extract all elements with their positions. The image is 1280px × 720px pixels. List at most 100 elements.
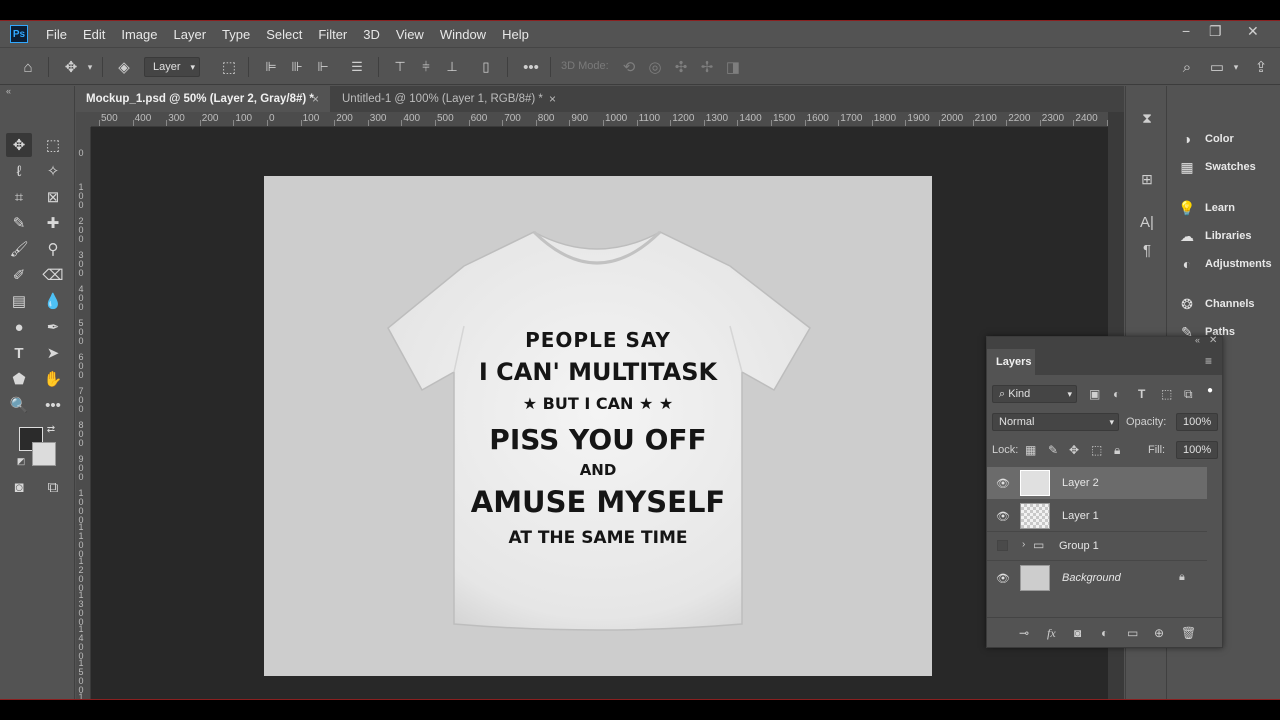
menu-filter[interactable]: Filter [310,27,355,42]
3d-pan-icon[interactable]: ✣ [670,48,692,86]
align-right-icon[interactable]: ⊩ [313,48,333,86]
move-tool-icon[interactable]: ✥ [6,133,32,157]
filter-type-icon[interactable]: T [1138,387,1145,401]
pen-tool-icon[interactable]: ✒ [40,315,66,339]
healing-brush-tool-icon[interactable]: ✚ [40,211,66,235]
tab-mockup-close-icon[interactable]: × [312,86,319,112]
paragraph-panel-icon[interactable]: ¶ [1134,238,1160,262]
layer-row-layer-1[interactable]: 👁︎ Layer 1 [987,500,1207,532]
menu-select[interactable]: Select [258,27,310,42]
filter-shape-icon[interactable]: ⬚ [1161,387,1172,401]
visibility-eye-icon[interactable]: 👁︎ [996,572,1010,585]
layer-row-background[interactable]: 👁︎ Background 🔒︎ [987,562,1207,594]
share-icon[interactable]: ⇪ [1249,48,1273,86]
adjustment-layer-icon[interactable]: ◐ [1101,626,1108,640]
vertical-ruler[interactable]: 0 1 0 0 2 0 0 3 0 0 4 0 0 5 0 0 6 0 0 7 0 0 8 0 … [76,127,91,700]
chevron-down-icon[interactable]: ▾ [84,48,96,86]
panel-learn[interactable]: 💡 Learn [1177,198,1235,218]
menu-view[interactable]: View [388,27,432,42]
move-tool-preset-icon[interactable]: ✥ [58,48,84,86]
ruler-origin[interactable] [76,112,91,127]
hand-tool-icon[interactable]: ✋ [40,367,66,391]
collapse-toolbar-icon[interactable]: « [6,86,11,96]
more-options-icon[interactable]: ••• [519,48,543,86]
3d-scale-icon[interactable]: ◨ [722,48,744,86]
visibility-eye-icon[interactable]: 👁︎ [996,510,1010,523]
fx-icon[interactable]: fx [1047,626,1056,641]
default-colors-icon[interactable]: ◩ [14,454,28,468]
filter-smart-object-icon[interactable]: ⧉ [1184,387,1193,402]
path-selection-tool-icon[interactable]: ➤ [40,341,66,365]
menu-3d[interactable]: 3D [355,27,388,42]
align-bottom-icon[interactable]: ⊥ [442,48,462,86]
3d-roll-icon[interactable]: ◎ [644,48,666,86]
fill-input[interactable]: 100% [1176,441,1218,459]
type-tool-icon[interactable]: T [6,341,32,365]
filter-adjustment-icon[interactable]: ◐ [1113,387,1120,401]
layer-name[interactable]: Layer 1 [1062,510,1099,522]
horizontal-ruler[interactable]: 500 400 300 200 100 0 100 200 300 400 500 600 700 800… [91,112,1108,127]
swap-colors-icon[interactable]: ⇄ [44,422,58,436]
mask-icon[interactable]: ◙ [1074,626,1081,640]
opacity-input[interactable]: 100% [1176,413,1218,431]
search-icon[interactable]: ⌕ [1175,48,1199,86]
filter-kind-dropdown[interactable]: ⌕ Kind ▾ [992,385,1077,403]
restore-button[interactable]: ❐ [1209,23,1222,40]
lock-image-icon[interactable]: ✎ [1048,443,1058,457]
link-icon[interactable]: ⊸ [1019,626,1029,640]
layer-row-layer-2[interactable]: 👁︎ Layer 2 [987,467,1207,499]
tab-untitled[interactable]: Untitled-1 @ 100% (Layer 1, RGB/8#) * [332,86,564,112]
history-brush-tool-icon[interactable]: ✐ [6,263,32,287]
menu-window[interactable]: Window [432,27,494,42]
screen-mode-icon[interactable]: ⧉ [40,475,66,499]
clone-stamp-tool-icon[interactable]: ⚲ [40,237,66,261]
zoom-tool-icon[interactable]: 🔍 [6,393,32,417]
eyedropper-tool-icon[interactable]: ✎ [6,211,32,235]
collapse-panel-icon[interactable]: « [1195,335,1200,345]
quick-mask-icon[interactable]: ◙ [6,475,32,499]
trash-icon[interactable]: 🗑︎ [1181,626,1196,640]
minimize-button[interactable]: − [1182,23,1190,39]
auto-select-layers-icon[interactable]: ◈ [112,48,136,86]
menu-edit[interactable]: Edit [75,27,113,42]
panel-color[interactable]: ◑ Color [1177,129,1234,149]
layer-name[interactable]: Background [1062,572,1121,584]
filter-toggle-icon[interactable]: ● [1207,385,1213,396]
distribute-horizontal-icon[interactable]: ▯ [476,48,496,86]
new-layer-icon[interactable]: ⊕ [1154,626,1164,640]
document-canvas[interactable]: PEOPLE SAY I CAN' MULTITASK ★ BUT I CAN … [264,176,932,676]
tab-untitled-close-icon[interactable]: × [549,86,556,112]
panel-swatches[interactable]: ▦ Swatches [1177,157,1255,177]
crop-tool-icon[interactable]: ⌗ [6,185,32,209]
menu-file[interactable]: File [38,27,75,42]
close-panel-icon[interactable]: ✕ [1209,335,1217,346]
menu-type[interactable]: Type [214,27,258,42]
layer-name[interactable]: Group 1 [1059,540,1099,552]
character-panel-icon[interactable]: A| [1134,210,1160,234]
tab-layers[interactable]: Layers [987,349,1035,375]
layer-name[interactable]: Layer 2 [1062,477,1099,489]
align-middle-icon[interactable]: ⫩ [416,48,436,86]
dodge-tool-icon[interactable]: ● [6,315,32,339]
magic-wand-tool-icon[interactable]: ✧ [40,159,66,183]
marquee-tool-icon[interactable]: ⬚ [40,133,66,157]
gradient-tool-icon[interactable]: ▤ [6,289,32,313]
panel-channels[interactable]: ❂ Channels [1177,294,1254,314]
transform-controls-icon[interactable]: ⬚ [218,48,240,86]
align-center-icon[interactable]: ⊪ [287,48,307,86]
panel-menu-icon[interactable]: ≡ [1205,354,1212,368]
3d-orbit-icon[interactable]: ⟲ [618,48,640,86]
history-panel-icon[interactable]: ⧗ [1134,106,1160,130]
blend-mode-dropdown[interactable]: Normal ▾ [992,413,1119,431]
eraser-tool-icon[interactable]: ⌫ [40,263,66,287]
frame-tool-icon[interactable]: ⊠ [40,185,66,209]
distribute-vertical-icon[interactable]: ☰ [347,48,367,86]
menu-help[interactable]: Help [494,27,537,42]
lock-artboard-icon[interactable]: ⬚ [1091,443,1102,457]
properties-panel-icon[interactable]: ⊞ [1134,167,1160,191]
align-top-icon[interactable]: ⊤ [390,48,410,86]
visibility-toggle-off[interactable] [997,540,1008,551]
workspace-icon[interactable]: ▭ [1206,48,1228,86]
panel-adjustments[interactable]: ◐ Adjustments [1177,254,1272,274]
3d-slide-icon[interactable]: ✢ [696,48,718,86]
